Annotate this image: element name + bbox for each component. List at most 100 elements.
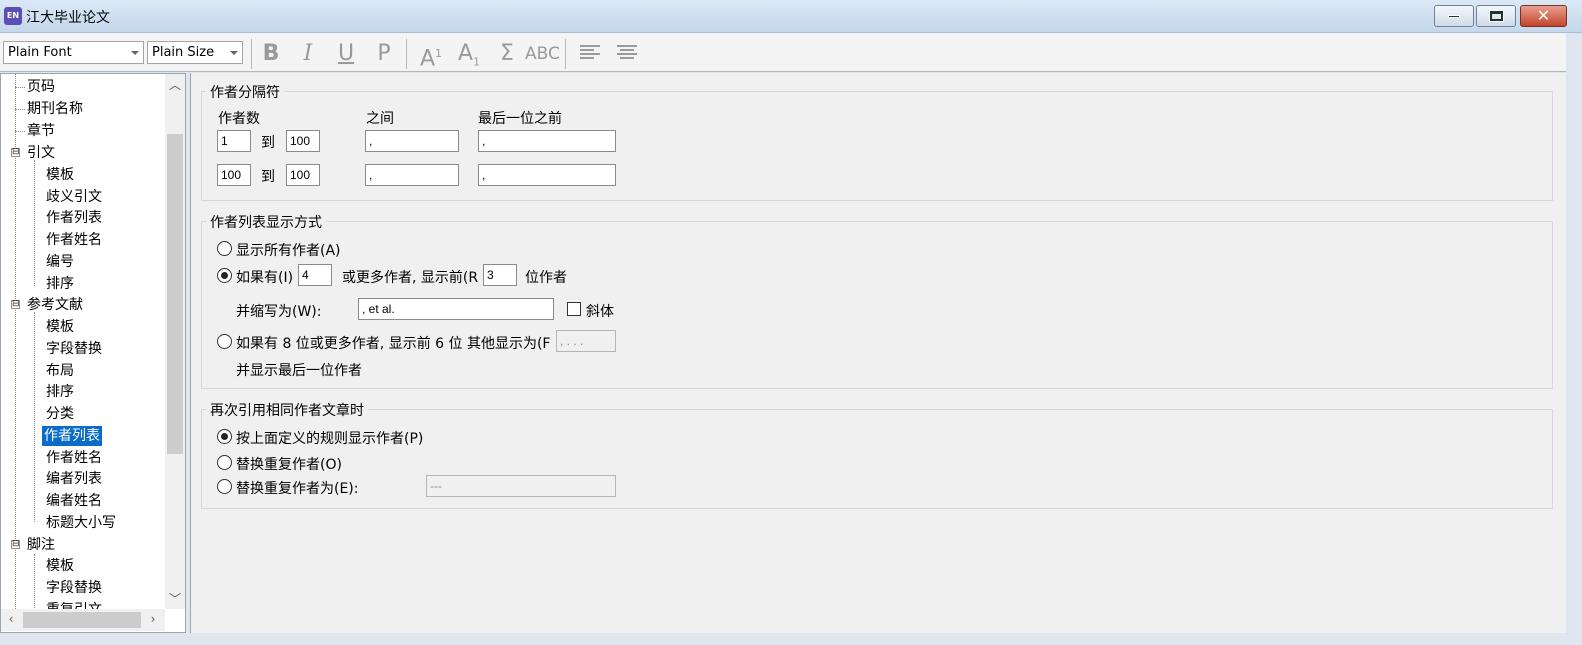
use-rules-label[interactable]: 按上面定义的规则显示作者(P) xyxy=(236,428,423,448)
collapse-icon[interactable]: ⊟ xyxy=(11,540,20,549)
underline-button[interactable]: U xyxy=(331,41,361,67)
scroll-right-icon[interactable]: › xyxy=(143,612,163,626)
tree-item[interactable]: 字段替换 xyxy=(44,578,104,598)
window-title: 江大毕业论文 xyxy=(26,10,110,26)
author-display-title: 作者列表显示方式 xyxy=(206,212,326,232)
tree-item[interactable]: 模板 xyxy=(44,317,76,337)
tree-item[interactable]: 标题大小写 xyxy=(44,513,118,533)
abbreviation-field[interactable]: , et al. xyxy=(358,298,554,320)
collapse-icon[interactable]: ⊟ xyxy=(11,148,20,157)
if-have-authors-radio[interactable] xyxy=(217,268,232,283)
authors-suffix-label: 位作者 xyxy=(525,270,567,286)
tree-item[interactable]: 作者姓名 xyxy=(44,448,104,468)
tree-item[interactable]: 脚注 xyxy=(25,535,57,555)
tree-item[interactable]: 模板 xyxy=(44,165,76,185)
collapse-icon[interactable]: ⊟ xyxy=(11,300,20,309)
replace-repeated-radio[interactable] xyxy=(217,455,232,470)
tree-guide xyxy=(34,160,35,286)
font-select[interactable]: Plain Font xyxy=(3,41,144,64)
tree-item[interactable]: 编者列表 xyxy=(44,469,104,489)
before-last-separator-field[interactable]: , xyxy=(478,164,616,186)
alt-display-field[interactable]: , . . . xyxy=(556,330,616,352)
author-count-from-field[interactable]: 100 xyxy=(217,164,251,186)
align-center-icon[interactable] xyxy=(617,45,637,61)
minimize-button[interactable] xyxy=(1434,5,1474,27)
tree-item[interactable]: 作者姓名 xyxy=(44,230,104,250)
tree-item[interactable]: 歧义引文 xyxy=(44,187,104,207)
subscript-button[interactable]: A1 xyxy=(454,41,484,69)
tree-item[interactable]: 排序 xyxy=(44,274,76,294)
replace-with-radio[interactable] xyxy=(217,479,232,494)
maximize-button[interactable] xyxy=(1476,5,1516,27)
toolbar-divider xyxy=(251,39,252,69)
scrollbar-thumb[interactable] xyxy=(23,612,141,628)
app-icon: EN xyxy=(4,7,22,25)
tree-item[interactable]: 章节 xyxy=(25,121,57,141)
tree-item[interactable]: 引文 xyxy=(25,143,57,163)
tree-item[interactable]: 模板 xyxy=(44,556,76,576)
show-first-count-field[interactable]: 3 xyxy=(483,264,517,286)
show-all-authors-radio[interactable] xyxy=(217,241,232,256)
alt-display-label[interactable]: 如果有 8 位或更多作者, 显示前 6 位 其他显示为(F xyxy=(236,333,550,353)
tree-item[interactable]: 字段替换 xyxy=(44,339,104,359)
if-have-label[interactable]: 如果有(I) xyxy=(236,267,293,287)
between-separator-field[interactable]: , xyxy=(365,130,459,152)
author-count-to-field[interactable]: 100 xyxy=(286,164,320,186)
plain-button[interactable]: P xyxy=(369,41,399,67)
close-button[interactable]: ✕ xyxy=(1520,5,1567,27)
smallcaps-button[interactable]: ABC xyxy=(525,41,560,67)
tree-item[interactable]: 参考文献 xyxy=(25,295,85,315)
tree-connector xyxy=(15,87,25,88)
tree-connector xyxy=(15,131,25,132)
before-last-separator-field[interactable]: , xyxy=(478,130,616,152)
italic-checkbox[interactable] xyxy=(567,302,581,316)
tree-item[interactable]: 排序 xyxy=(44,382,76,402)
scrollbar-thumb[interactable] xyxy=(167,134,183,454)
toolbar-divider xyxy=(565,39,566,69)
superscript-mark: 1 xyxy=(435,47,443,60)
tree-item[interactable]: 编者姓名 xyxy=(44,491,104,511)
size-select[interactable]: Plain Size xyxy=(147,41,243,64)
repeat-author-group xyxy=(201,409,1553,509)
abbreviate-label: 并缩写为(W): xyxy=(236,304,322,320)
chevron-down-icon xyxy=(230,51,238,55)
align-left-icon[interactable] xyxy=(580,45,600,61)
italic-label[interactable]: 斜体 xyxy=(586,301,614,321)
repeat-author-title: 再次引用相同作者文章时 xyxy=(206,400,368,420)
replace-with-label[interactable]: 替换重复作者为(E): xyxy=(236,478,359,498)
bold-button[interactable]: B xyxy=(256,41,286,67)
alt-display-radio[interactable] xyxy=(217,334,232,349)
size-select-value: Plain Size xyxy=(152,45,215,60)
tree-item[interactable]: 页码 xyxy=(25,77,57,97)
tree-item[interactable]: 分类 xyxy=(44,404,76,424)
author-list-settings-panel: 作者分隔符 作者数 之间 最后一位之前 1 到 100 , , 100 到 10… xyxy=(190,73,1566,633)
replace-repeated-label[interactable]: 替换重复作者(O) xyxy=(236,454,342,474)
tree-item[interactable]: 期刊名称 xyxy=(25,99,85,119)
show-last-author-label: 并显示最后一位作者 xyxy=(236,363,362,379)
min-authors-field[interactable]: 4 xyxy=(298,264,332,286)
use-rules-radio[interactable] xyxy=(217,429,232,444)
italic-button[interactable]: I xyxy=(293,41,323,67)
symbol-button[interactable]: Σ xyxy=(492,41,522,67)
tree-item-selected[interactable]: 作者列表 xyxy=(42,426,102,446)
superscript-button[interactable]: A1 xyxy=(416,41,446,71)
tree-viewport: ⊟ ⊟ ⊟ 页码 期刊名称 章节 引文 模板 歧义引文 作者列表 作者姓名 编号… xyxy=(1,74,165,609)
scroll-down-icon[interactable]: ﹀ xyxy=(165,590,185,607)
author-count-from-field[interactable]: 1 xyxy=(217,130,251,152)
subscript-glyph: A xyxy=(457,41,474,66)
tree-item[interactable]: 布局 xyxy=(44,361,76,381)
replace-with-field[interactable]: --- xyxy=(426,475,616,497)
scroll-left-icon[interactable]: ‹ xyxy=(1,612,21,626)
title-bar: EN 江大毕业论文 ✕ xyxy=(0,0,1582,33)
tree-item[interactable]: 编号 xyxy=(44,252,76,272)
col-author-count: 作者数 xyxy=(218,111,260,127)
tree-horizontal-scrollbar[interactable]: ‹ › xyxy=(1,609,165,631)
subscript-mark: 1 xyxy=(473,55,481,69)
between-separator-field[interactable]: , xyxy=(365,164,459,186)
author-count-to-field[interactable]: 100 xyxy=(286,130,320,152)
scroll-up-icon[interactable]: ︿ xyxy=(165,76,185,93)
show-all-authors-label[interactable]: 显示所有作者(A) xyxy=(236,240,341,260)
tree-vertical-scrollbar[interactable]: ︿ ﹀ xyxy=(165,74,185,609)
tree-item[interactable]: 作者列表 xyxy=(44,208,104,228)
tree-item[interactable]: 重复引文 xyxy=(44,600,104,609)
